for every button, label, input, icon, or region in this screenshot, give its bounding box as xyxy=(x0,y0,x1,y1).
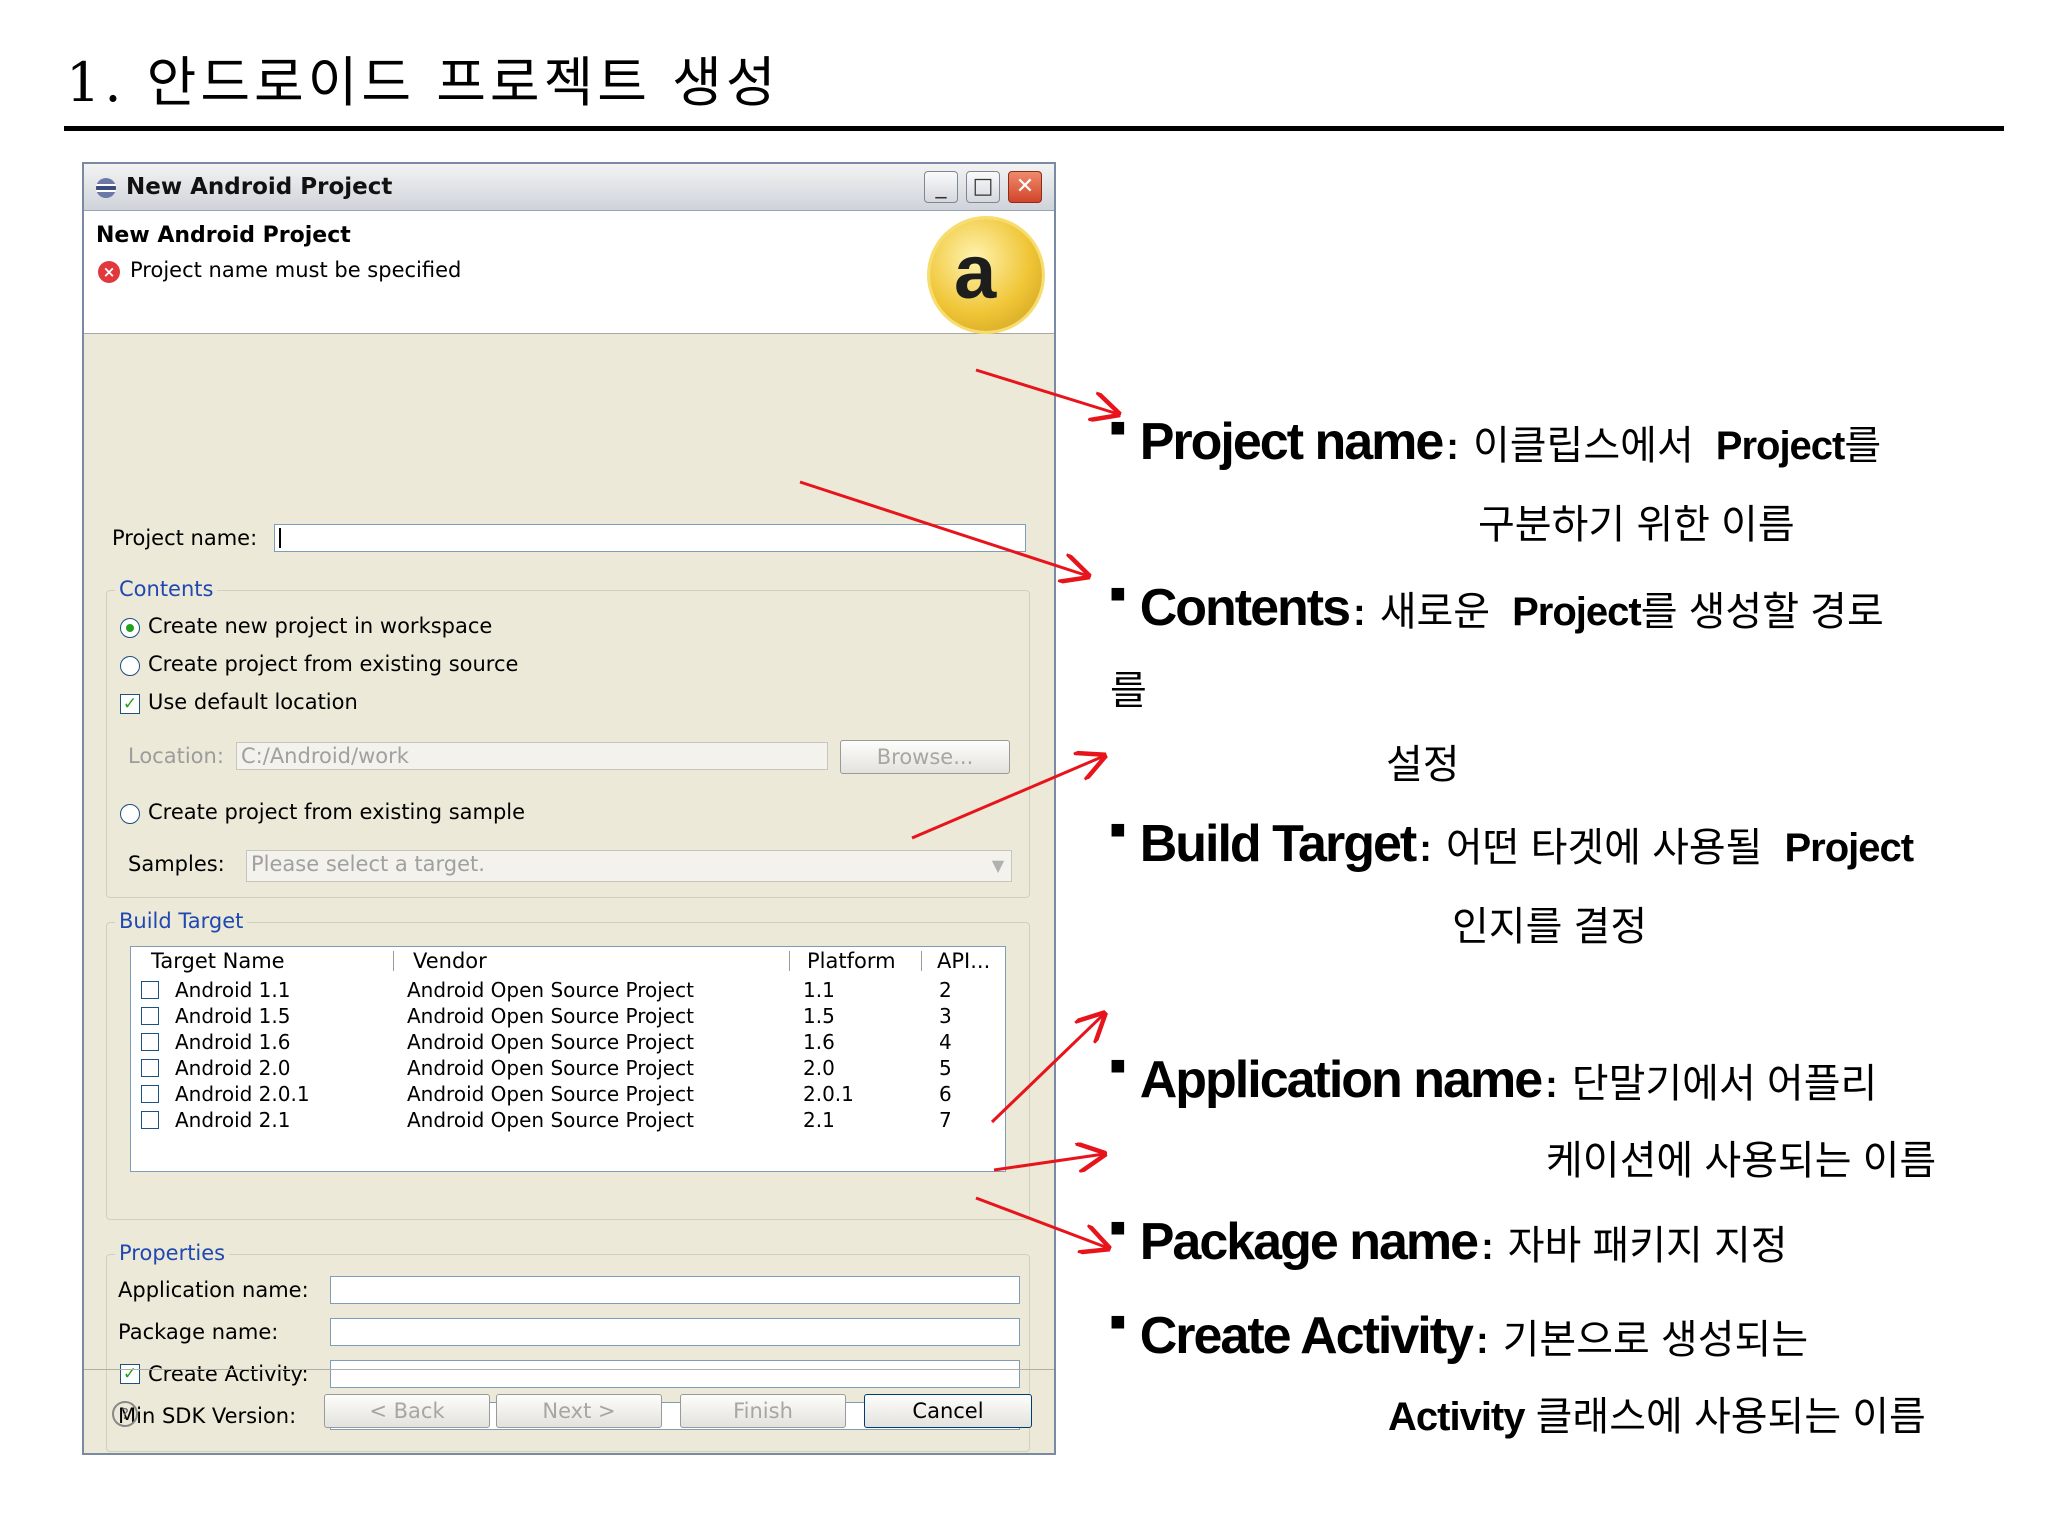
arrow-build-target xyxy=(911,756,1104,840)
annotation-arrows xyxy=(799,368,2048,1536)
arrow-application-name xyxy=(990,1014,1104,1124)
arrow-create-activity xyxy=(975,1196,1108,1248)
arrow-project-name xyxy=(975,368,1118,414)
arrow-package-name xyxy=(993,1154,1104,1170)
arrow-contents xyxy=(799,480,1088,576)
